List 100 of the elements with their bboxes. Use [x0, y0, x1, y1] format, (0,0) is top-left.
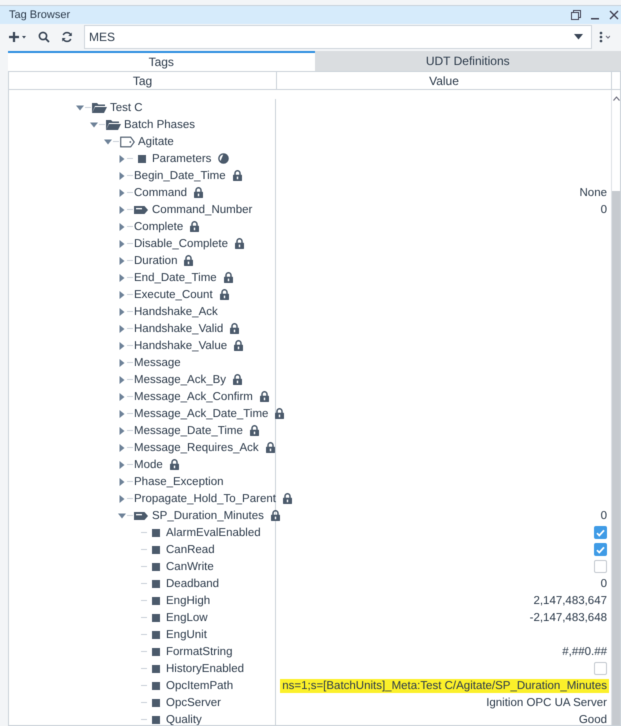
tag-value: Good [578, 712, 608, 725]
tag-name[interactable]: Handshake_Value [134, 340, 228, 352]
tag-value: Ignition OPC UA Server [485, 696, 608, 710]
tag-name[interactable]: Message_Ack_Confirm [134, 390, 253, 402]
close-icon[interactable] [609, 10, 619, 20]
tag-name[interactable]: Handshake_Ack [134, 306, 218, 318]
tag-outline-icon [120, 136, 135, 148]
tag-icon [134, 510, 149, 520]
expand-caret-icon[interactable] [118, 290, 126, 298]
tab[interactable]: Tags [8, 51, 314, 71]
expand-caret-icon[interactable] [118, 256, 126, 264]
folder-icon [106, 118, 121, 130]
square-icon [152, 562, 160, 570]
expand-caret-icon[interactable] [118, 188, 126, 196]
tag-name[interactable]: EngHigh [166, 594, 210, 606]
expand-caret-icon[interactable] [118, 410, 126, 418]
tag-name[interactable]: Agitate [138, 136, 174, 148]
provider-dropdown[interactable]: MES [84, 25, 592, 49]
add-icon[interactable] [9, 31, 27, 43]
tag-name[interactable]: Command [134, 186, 188, 198]
tab[interactable]: UDT Definitions [314, 51, 621, 71]
restore-icon[interactable] [571, 10, 581, 20]
tag-name[interactable]: Deadband [166, 578, 220, 590]
expand-caret-icon[interactable] [90, 120, 98, 128]
expand-caret-icon[interactable] [118, 172, 126, 180]
scrollbar[interactable] [611, 90, 620, 725]
tag-name[interactable]: OpcServer [166, 696, 221, 708]
refresh-icon[interactable] [61, 31, 73, 43]
tag-name[interactable]: OpcItemPath [166, 680, 234, 692]
expand-caret-icon[interactable] [118, 460, 126, 468]
expand-caret-icon[interactable] [118, 308, 126, 316]
tag-name[interactable]: AlarmEvalEnabled [166, 526, 261, 538]
expand-caret-icon[interactable] [118, 206, 126, 214]
expand-caret-icon[interactable] [118, 342, 126, 350]
checkbox[interactable] [594, 560, 607, 573]
tag-name[interactable]: Disable_Complete [134, 238, 228, 250]
folder-icon [92, 102, 107, 114]
tag-name[interactable]: Message [134, 356, 181, 368]
expand-caret-icon[interactable] [118, 274, 126, 282]
tag-name[interactable]: Parameters [152, 152, 212, 164]
tag-value: 0 [600, 576, 608, 590]
tag-name[interactable]: Complete [134, 220, 184, 232]
expand-caret-icon[interactable] [76, 104, 84, 112]
tag-name[interactable]: Execute_Count [134, 288, 213, 300]
tag-name[interactable]: Message_Date_Time [134, 424, 243, 436]
expand-caret-icon[interactable] [118, 426, 126, 434]
expand-caret-icon[interactable] [118, 392, 126, 400]
tag-name[interactable]: Duration [134, 254, 178, 266]
tag-value: None [578, 186, 608, 200]
expand-caret-icon[interactable] [118, 444, 126, 452]
tag-name[interactable]: HistoryEnabled [166, 662, 244, 674]
tag-value: ns=1;s=[BatchUnits]_Meta:Test C/Agitate/SP_Duration_Minutes [280, 678, 609, 692]
tag-name[interactable]: Phase_Exception [134, 476, 224, 488]
tag-name[interactable]: Handshake_Valid [134, 322, 224, 334]
square-icon [152, 664, 160, 672]
expand-caret-icon[interactable] [118, 478, 126, 486]
tag-name[interactable]: SP_Duration_Minutes [152, 510, 264, 522]
expand-caret-icon[interactable] [118, 222, 126, 230]
tag-value: 0 [600, 202, 608, 216]
expand-caret-icon[interactable] [118, 358, 126, 366]
square-icon [152, 580, 160, 588]
expand-caret-icon[interactable] [118, 154, 126, 162]
tag-name[interactable]: Propagate_Hold_To_Parent [134, 492, 276, 504]
tag-name[interactable]: EngLow [166, 612, 208, 624]
tag-value: 2,147,483,647 [532, 594, 608, 608]
tag-name[interactable]: Command_Number [152, 204, 252, 216]
scroll-up-icon[interactable] [612, 96, 620, 101]
expand-caret-icon[interactable] [118, 494, 126, 502]
tag-name[interactable]: EngUnit [166, 628, 207, 640]
square-icon [152, 630, 160, 638]
tag-name[interactable]: Begin_Date_Time [134, 170, 226, 182]
tag-name[interactable]: Quality [166, 714, 202, 725]
tag-name[interactable]: Message_Ack_Date_Time [134, 408, 268, 420]
tag-name[interactable]: Message_Ack_By [134, 374, 226, 386]
tag-name[interactable]: Mode [134, 458, 163, 470]
search-icon[interactable] [38, 31, 50, 43]
square-icon [138, 154, 146, 162]
tag-value: -2,147,483,648 [528, 610, 608, 624]
scrollbar-thumb[interactable] [612, 191, 620, 725]
window-title: Tag Browser [9, 9, 72, 21]
checkbox[interactable] [594, 526, 607, 539]
tag-name[interactable]: Test C [110, 102, 143, 114]
expand-caret-icon[interactable] [118, 376, 126, 384]
checkbox[interactable] [594, 543, 607, 556]
tag-name[interactable]: FormatString [166, 646, 232, 658]
expand-caret-icon[interactable] [118, 512, 126, 520]
tag-name[interactable]: CanRead [166, 544, 215, 556]
expand-caret-icon[interactable] [118, 240, 126, 248]
checkbox[interactable] [594, 662, 607, 675]
tag-name[interactable]: CanWrite [166, 560, 214, 572]
tag-name[interactable]: Message_Requires_Ack [134, 442, 259, 454]
tag-name[interactable]: End_Date_Time [134, 272, 217, 284]
tag-name[interactable]: Batch Phases [124, 118, 195, 130]
expand-caret-icon[interactable] [118, 324, 126, 332]
expand-caret-icon[interactable] [104, 138, 112, 146]
more-icon[interactable] [598, 31, 610, 43]
square-icon [152, 698, 160, 706]
square-icon [152, 596, 160, 604]
square-icon [152, 614, 160, 622]
tag-icon [134, 204, 149, 214]
